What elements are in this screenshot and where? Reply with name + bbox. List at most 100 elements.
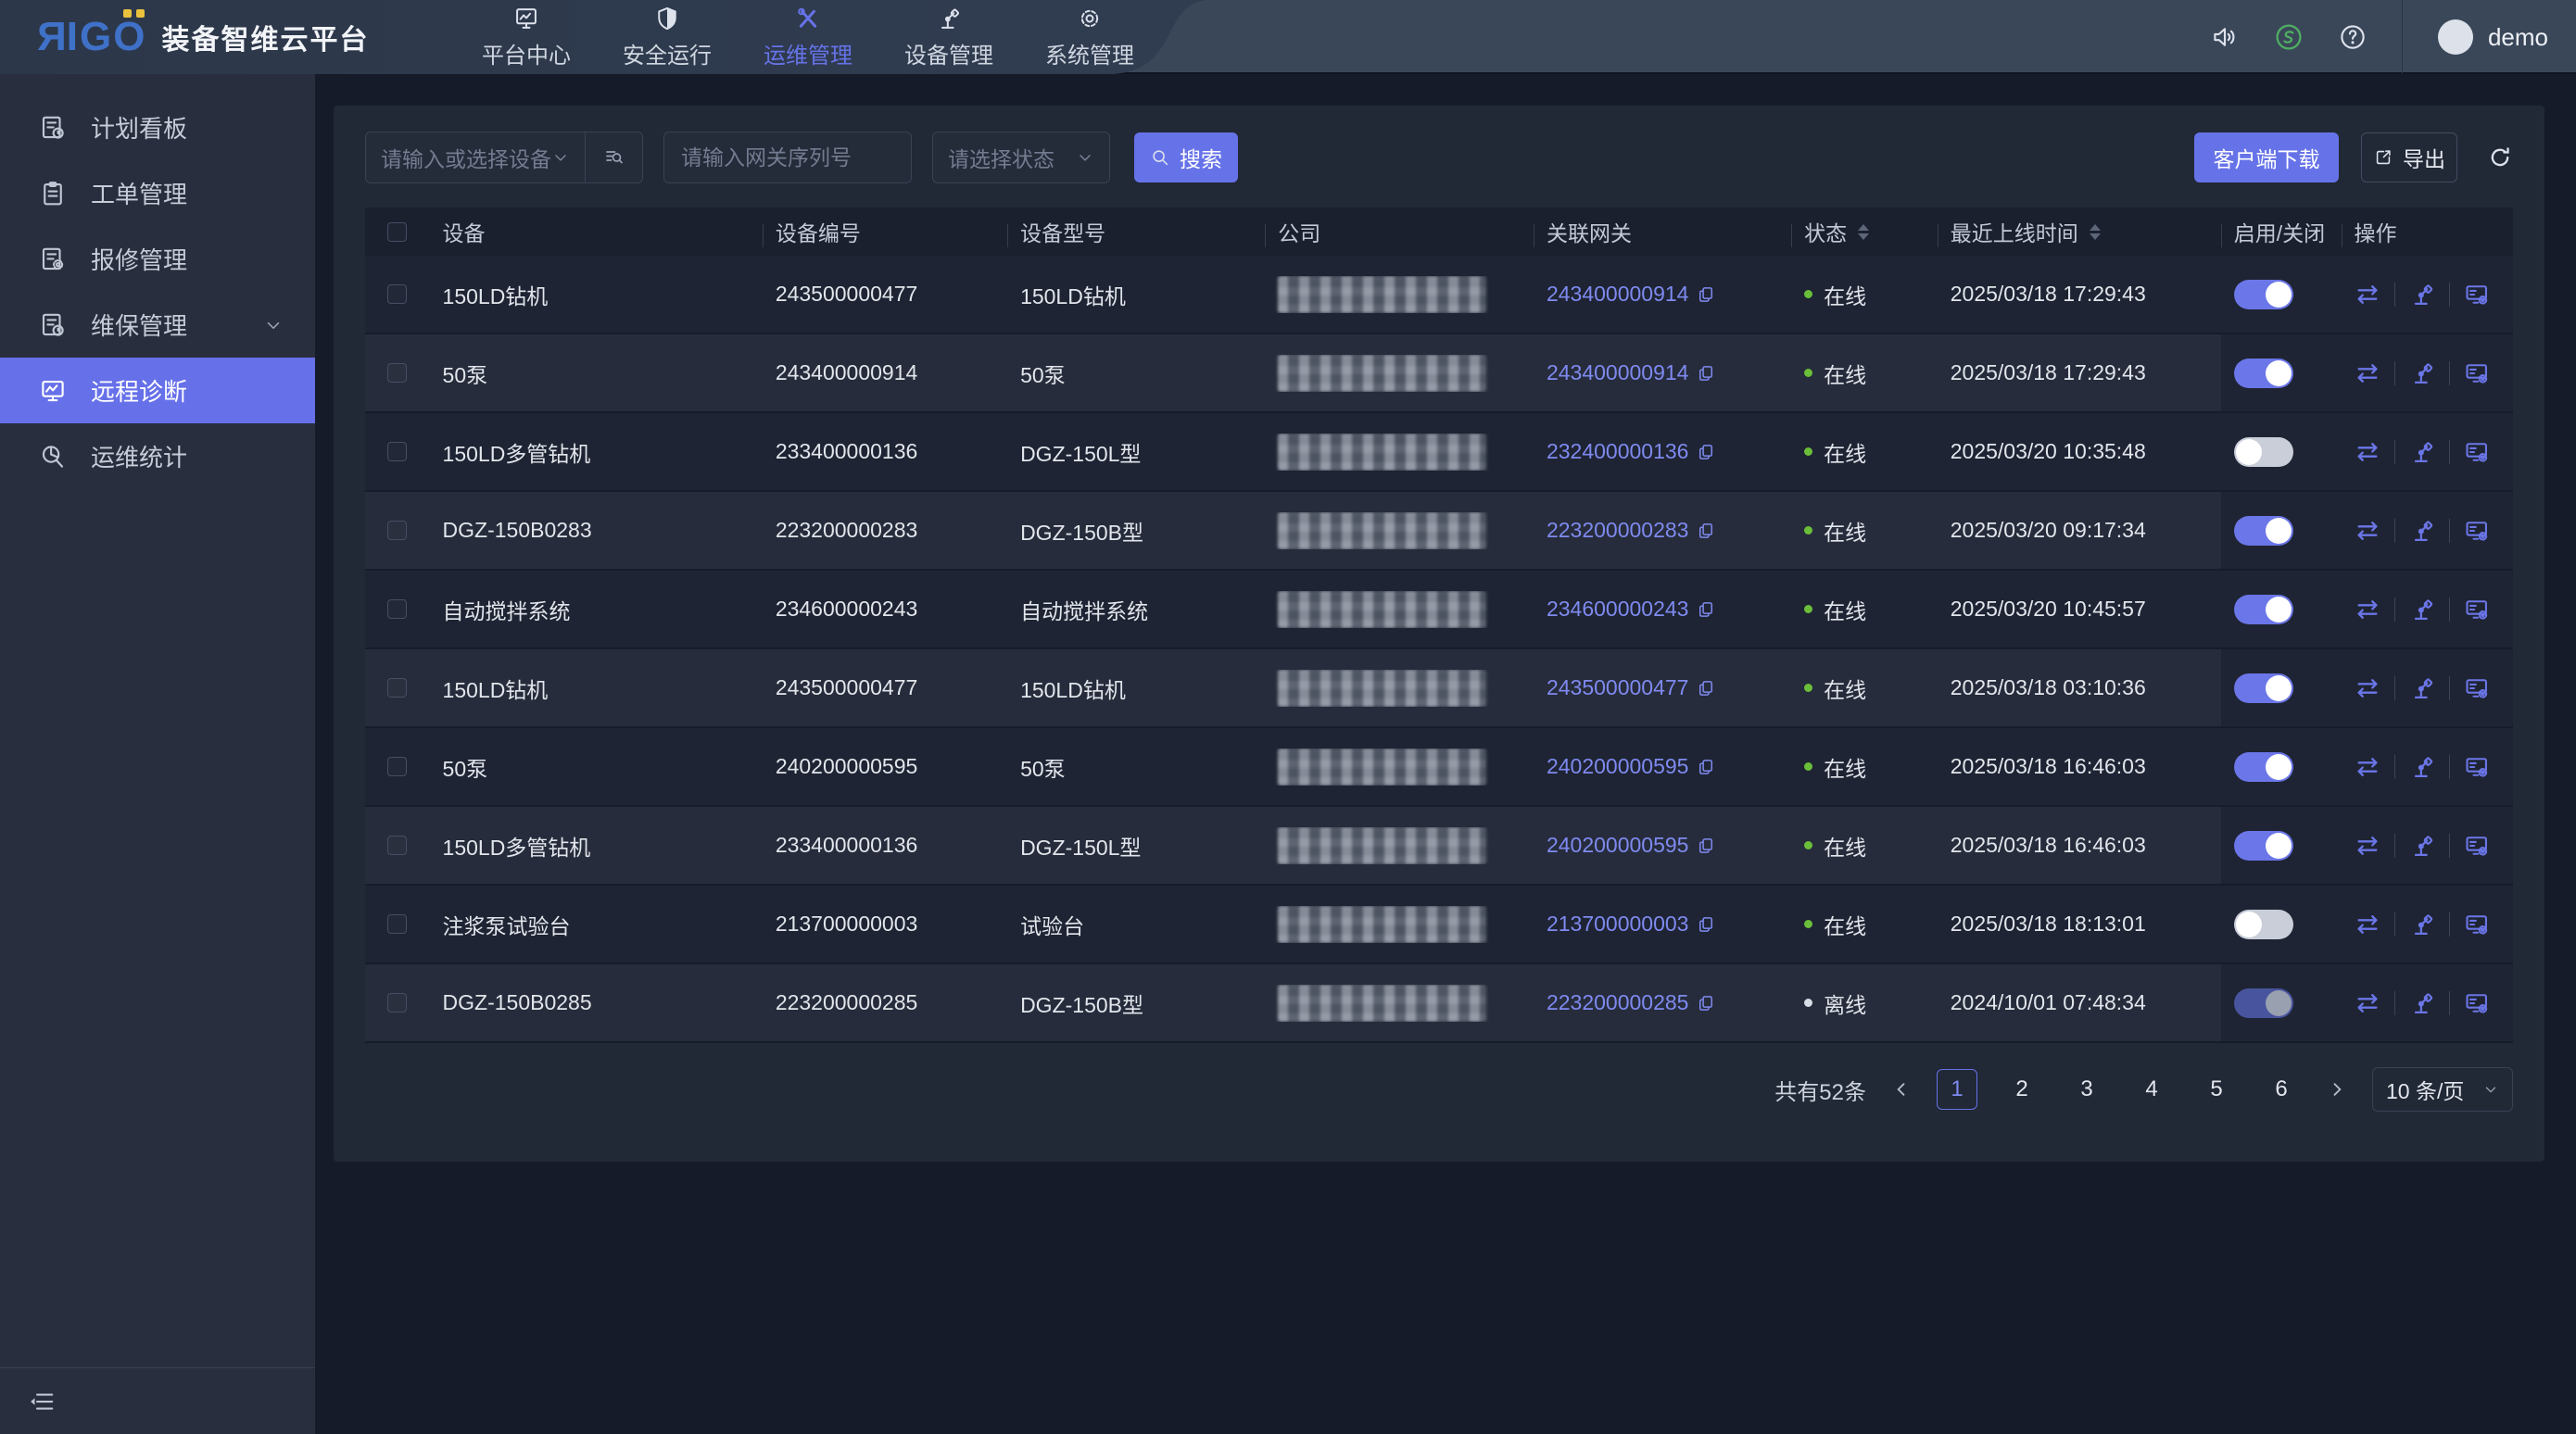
- remote-config-icon[interactable]: [2464, 518, 2490, 544]
- page-number-3[interactable]: 3: [2066, 1069, 2107, 1110]
- copy-icon[interactable]: [1697, 994, 1715, 1013]
- next-page-button[interactable]: [2324, 1080, 2350, 1099]
- row-checkbox[interactable]: [387, 678, 407, 698]
- sidebar-item-repair[interactable]: 报修管理: [0, 226, 315, 292]
- copy-icon[interactable]: [1697, 600, 1715, 619]
- enable-toggle[interactable]: [2234, 910, 2293, 939]
- robot-arm-icon[interactable]: [2409, 990, 2435, 1016]
- robot-arm-icon[interactable]: [2409, 282, 2435, 308]
- tab-system-management[interactable]: 系统管理: [1045, 0, 1134, 74]
- gateway-link[interactable]: 243400000914: [1547, 282, 1689, 307]
- transfer-icon[interactable]: [2355, 754, 2380, 780]
- remote-config-icon[interactable]: [2464, 990, 2490, 1016]
- row-checkbox[interactable]: [387, 993, 407, 1013]
- refresh-button[interactable]: [2487, 145, 2513, 170]
- enable-toggle[interactable]: [2234, 988, 2293, 1018]
- time-sort-buttons[interactable]: [2090, 224, 2101, 240]
- gateway-link[interactable]: 223200000283: [1547, 518, 1689, 543]
- transfer-icon[interactable]: [2355, 282, 2380, 308]
- copy-icon[interactable]: [1697, 364, 1715, 383]
- search-button[interactable]: 搜索: [1134, 132, 1238, 182]
- status-sort-buttons[interactable]: [1858, 224, 1869, 240]
- robot-arm-icon[interactable]: [2409, 360, 2435, 386]
- device-list-search-button[interactable]: [585, 132, 642, 182]
- row-checkbox[interactable]: [387, 757, 407, 776]
- enable-toggle[interactable]: [2234, 280, 2293, 309]
- enable-toggle[interactable]: [2234, 673, 2293, 703]
- robot-arm-icon[interactable]: [2409, 518, 2435, 544]
- gateway-serial-input[interactable]: [663, 132, 912, 183]
- transfer-icon[interactable]: [2355, 990, 2380, 1016]
- copy-icon[interactable]: [1697, 443, 1715, 461]
- robot-arm-icon[interactable]: [2409, 912, 2435, 937]
- page-number-5[interactable]: 5: [2196, 1069, 2237, 1110]
- row-checkbox[interactable]: [387, 914, 407, 934]
- gateway-link[interactable]: 243500000477: [1547, 675, 1689, 700]
- sidebar-item-plan-board[interactable]: 计划看板: [0, 94, 315, 160]
- robot-arm-icon[interactable]: [2409, 833, 2435, 859]
- user-menu[interactable]: demo: [2438, 19, 2548, 55]
- remote-config-icon[interactable]: [2464, 912, 2490, 937]
- gateway-link[interactable]: 213700000003: [1547, 912, 1689, 937]
- row-checkbox[interactable]: [387, 836, 407, 855]
- robot-arm-icon[interactable]: [2409, 754, 2435, 780]
- sidebar-item-maintenance[interactable]: 维保管理: [0, 292, 315, 358]
- sidebar-item-remote-diagnosis[interactable]: 远程诊断: [0, 358, 315, 423]
- gateway-link[interactable]: 232400000136: [1547, 439, 1689, 464]
- copy-icon[interactable]: [1697, 758, 1715, 776]
- row-checkbox[interactable]: [387, 599, 407, 619]
- status-select[interactable]: 请选择状态: [932, 132, 1110, 183]
- help-icon[interactable]: [2339, 23, 2367, 51]
- transfer-icon[interactable]: [2355, 912, 2380, 937]
- transfer-icon[interactable]: [2355, 518, 2380, 544]
- page-number-4[interactable]: 4: [2131, 1069, 2172, 1110]
- collapse-menu-icon[interactable]: [28, 1388, 56, 1415]
- tab-ops-management[interactable]: 运维管理: [764, 0, 852, 74]
- robot-arm-icon[interactable]: [2409, 439, 2435, 465]
- tab-safe-operation[interactable]: 安全运行: [623, 0, 712, 74]
- gateway-link[interactable]: 234600000243: [1547, 597, 1689, 622]
- page-number-6[interactable]: 6: [2261, 1069, 2302, 1110]
- transfer-icon[interactable]: [2355, 597, 2380, 623]
- sidebar-item-ops-stats[interactable]: 运维统计: [0, 423, 315, 489]
- remote-config-icon[interactable]: [2464, 597, 2490, 623]
- copy-icon[interactable]: [1697, 915, 1715, 934]
- enable-toggle[interactable]: [2234, 437, 2293, 467]
- row-checkbox[interactable]: [387, 284, 407, 304]
- tab-platform-center[interactable]: 平台中心: [482, 0, 571, 74]
- enable-toggle[interactable]: [2234, 595, 2293, 624]
- copy-icon[interactable]: [1697, 522, 1715, 540]
- remote-config-icon[interactable]: [2464, 675, 2490, 701]
- connection-status-icon[interactable]: [2274, 22, 2304, 52]
- sidebar-item-work-order[interactable]: 工单管理: [0, 160, 315, 226]
- tab-device-management[interactable]: 设备管理: [904, 0, 993, 74]
- robot-arm-icon[interactable]: [2409, 675, 2435, 701]
- remote-config-icon[interactable]: [2464, 282, 2490, 308]
- transfer-icon[interactable]: [2355, 675, 2380, 701]
- export-button[interactable]: 导出: [2361, 132, 2457, 182]
- client-download-button[interactable]: 客户端下载: [2194, 132, 2339, 182]
- row-checkbox[interactable]: [387, 442, 407, 461]
- remote-config-icon[interactable]: [2464, 754, 2490, 780]
- gateway-link[interactable]: 223200000285: [1547, 990, 1689, 1015]
- gateway-link[interactable]: 240200000595: [1547, 833, 1689, 858]
- gateway-link[interactable]: 240200000595: [1547, 754, 1689, 779]
- row-checkbox[interactable]: [387, 521, 407, 540]
- device-select[interactable]: 请输入或选择设备: [366, 142, 585, 173]
- page-number-1[interactable]: 1: [1937, 1069, 1977, 1110]
- transfer-icon[interactable]: [2355, 439, 2380, 465]
- prev-page-button[interactable]: [1888, 1080, 1914, 1099]
- enable-toggle[interactable]: [2234, 752, 2293, 782]
- robot-arm-icon[interactable]: [2409, 597, 2435, 623]
- transfer-icon[interactable]: [2355, 833, 2380, 859]
- page-number-2[interactable]: 2: [2001, 1069, 2042, 1110]
- remote-config-icon[interactable]: [2464, 439, 2490, 465]
- copy-icon[interactable]: [1697, 285, 1715, 304]
- remote-config-icon[interactable]: [2464, 360, 2490, 386]
- gateway-link[interactable]: 243400000914: [1547, 360, 1689, 385]
- enable-toggle[interactable]: [2234, 358, 2293, 388]
- enable-toggle[interactable]: [2234, 831, 2293, 861]
- transfer-icon[interactable]: [2355, 360, 2380, 386]
- copy-icon[interactable]: [1697, 836, 1715, 855]
- copy-icon[interactable]: [1697, 679, 1715, 698]
